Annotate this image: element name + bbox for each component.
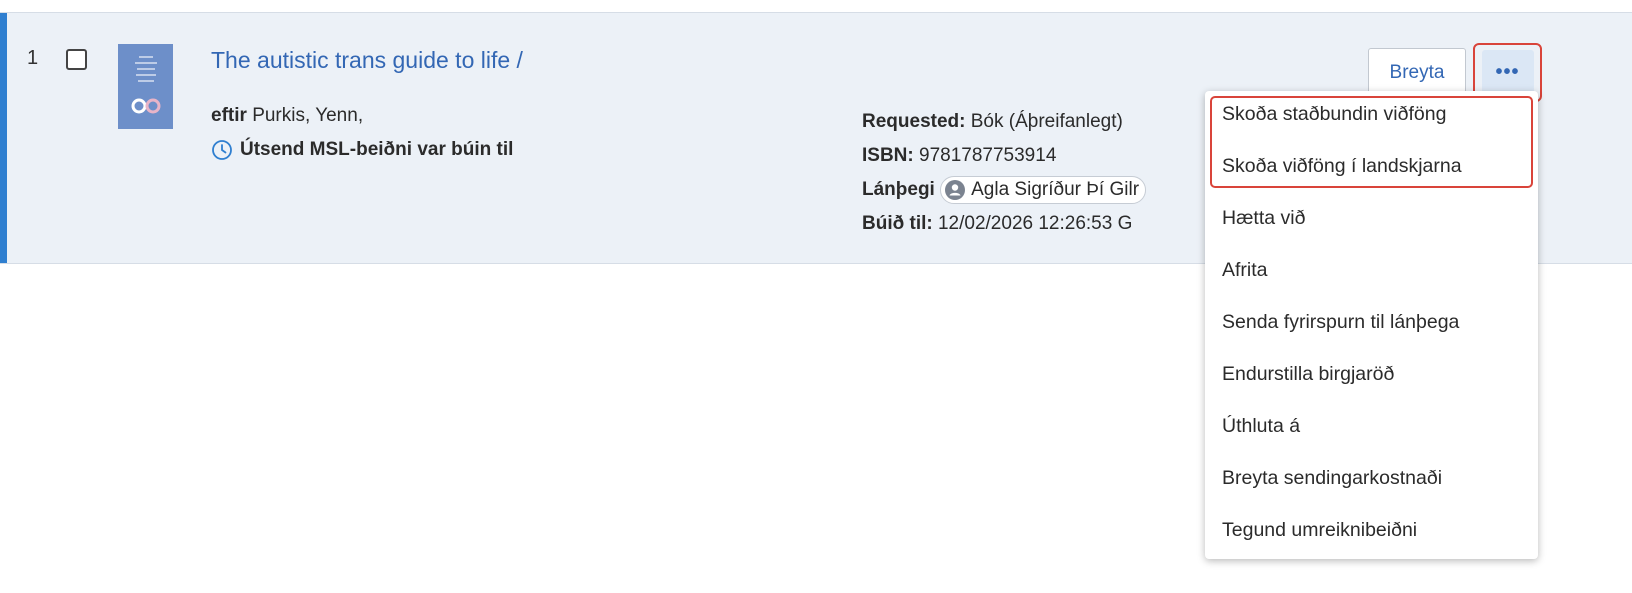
isbn-label: ISBN:: [862, 145, 914, 166]
menu-item-duplicate[interactable]: Afrita: [1222, 259, 1268, 282]
clock-icon: [212, 140, 232, 160]
requested-label: Requested:: [862, 111, 966, 132]
request-title-link[interactable]: The autistic trans guide to life /: [211, 47, 523, 74]
more-actions-button[interactable]: •••: [1481, 49, 1534, 96]
author-line: eftir Purkis, Yenn,: [211, 105, 363, 127]
author-name: Purkis, Yenn,: [252, 105, 364, 126]
menu-item-conversion-request-type[interactable]: Tegund umreiknibeiðni: [1222, 519, 1417, 542]
row-number: 1: [27, 47, 39, 69]
patron-name: Agla Sigríður Þí Gilr: [971, 178, 1140, 200]
created-value: 12/02/2026 12:26:53 G: [937, 213, 1133, 234]
book-cover-thumbnail: [118, 44, 173, 129]
request-details: Requested: Bók (Áþreifanlegt) ISBN: 9781…: [862, 105, 1202, 241]
patron-line: Lánþegi Agla Sigríður Þí Gilr: [862, 173, 1202, 207]
isbn-line: ISBN: 9781787753914: [862, 139, 1202, 173]
row-checkbox[interactable]: [66, 49, 87, 70]
created-label: Búið til:: [862, 213, 933, 234]
requested-value: Bók (Áþreifanlegt): [970, 111, 1123, 132]
menu-item-assign-to[interactable]: Úthluta á: [1222, 415, 1300, 438]
patron-label: Lánþegi: [862, 179, 935, 200]
actions-dropdown-menu: Skoða staðbundin viðföng Skoða viðföng í…: [1205, 91, 1538, 559]
row-accent-bar: [0, 13, 7, 263]
menu-item-query-patron[interactable]: Senda fyrirspurn til lánþega: [1222, 311, 1459, 334]
menu-item-view-local-resources[interactable]: Skoða staðbundin viðföng: [1222, 103, 1446, 126]
requested-line: Requested: Bók (Áþreifanlegt): [862, 105, 1202, 139]
infinity-icon: [131, 98, 161, 114]
menu-item-edit-shipping-cost[interactable]: Breyta sendingarkostnaði: [1222, 467, 1442, 490]
ellipsis-icon: •••: [1495, 61, 1520, 83]
created-line: Búið til: 12/02/2026 12:26:53 G: [862, 207, 1202, 241]
menu-item-reset-supplier-order[interactable]: Endurstilla birgjaröð: [1222, 363, 1394, 386]
menu-item-view-national-resources[interactable]: Skoða viðföng í landskjarna: [1222, 155, 1462, 178]
request-status: Útsend MSL-beiðni var búin til: [211, 139, 513, 161]
patron-chip[interactable]: Agla Sigríður Þí Gilr: [940, 175, 1147, 204]
menu-item-cancel[interactable]: Hætta við: [1222, 207, 1305, 230]
isbn-value: 9781787753914: [919, 145, 1057, 166]
author-prefix: eftir: [211, 105, 247, 126]
person-icon: [945, 179, 966, 200]
status-text: Útsend MSL-beiðni var búin til: [240, 139, 514, 160]
